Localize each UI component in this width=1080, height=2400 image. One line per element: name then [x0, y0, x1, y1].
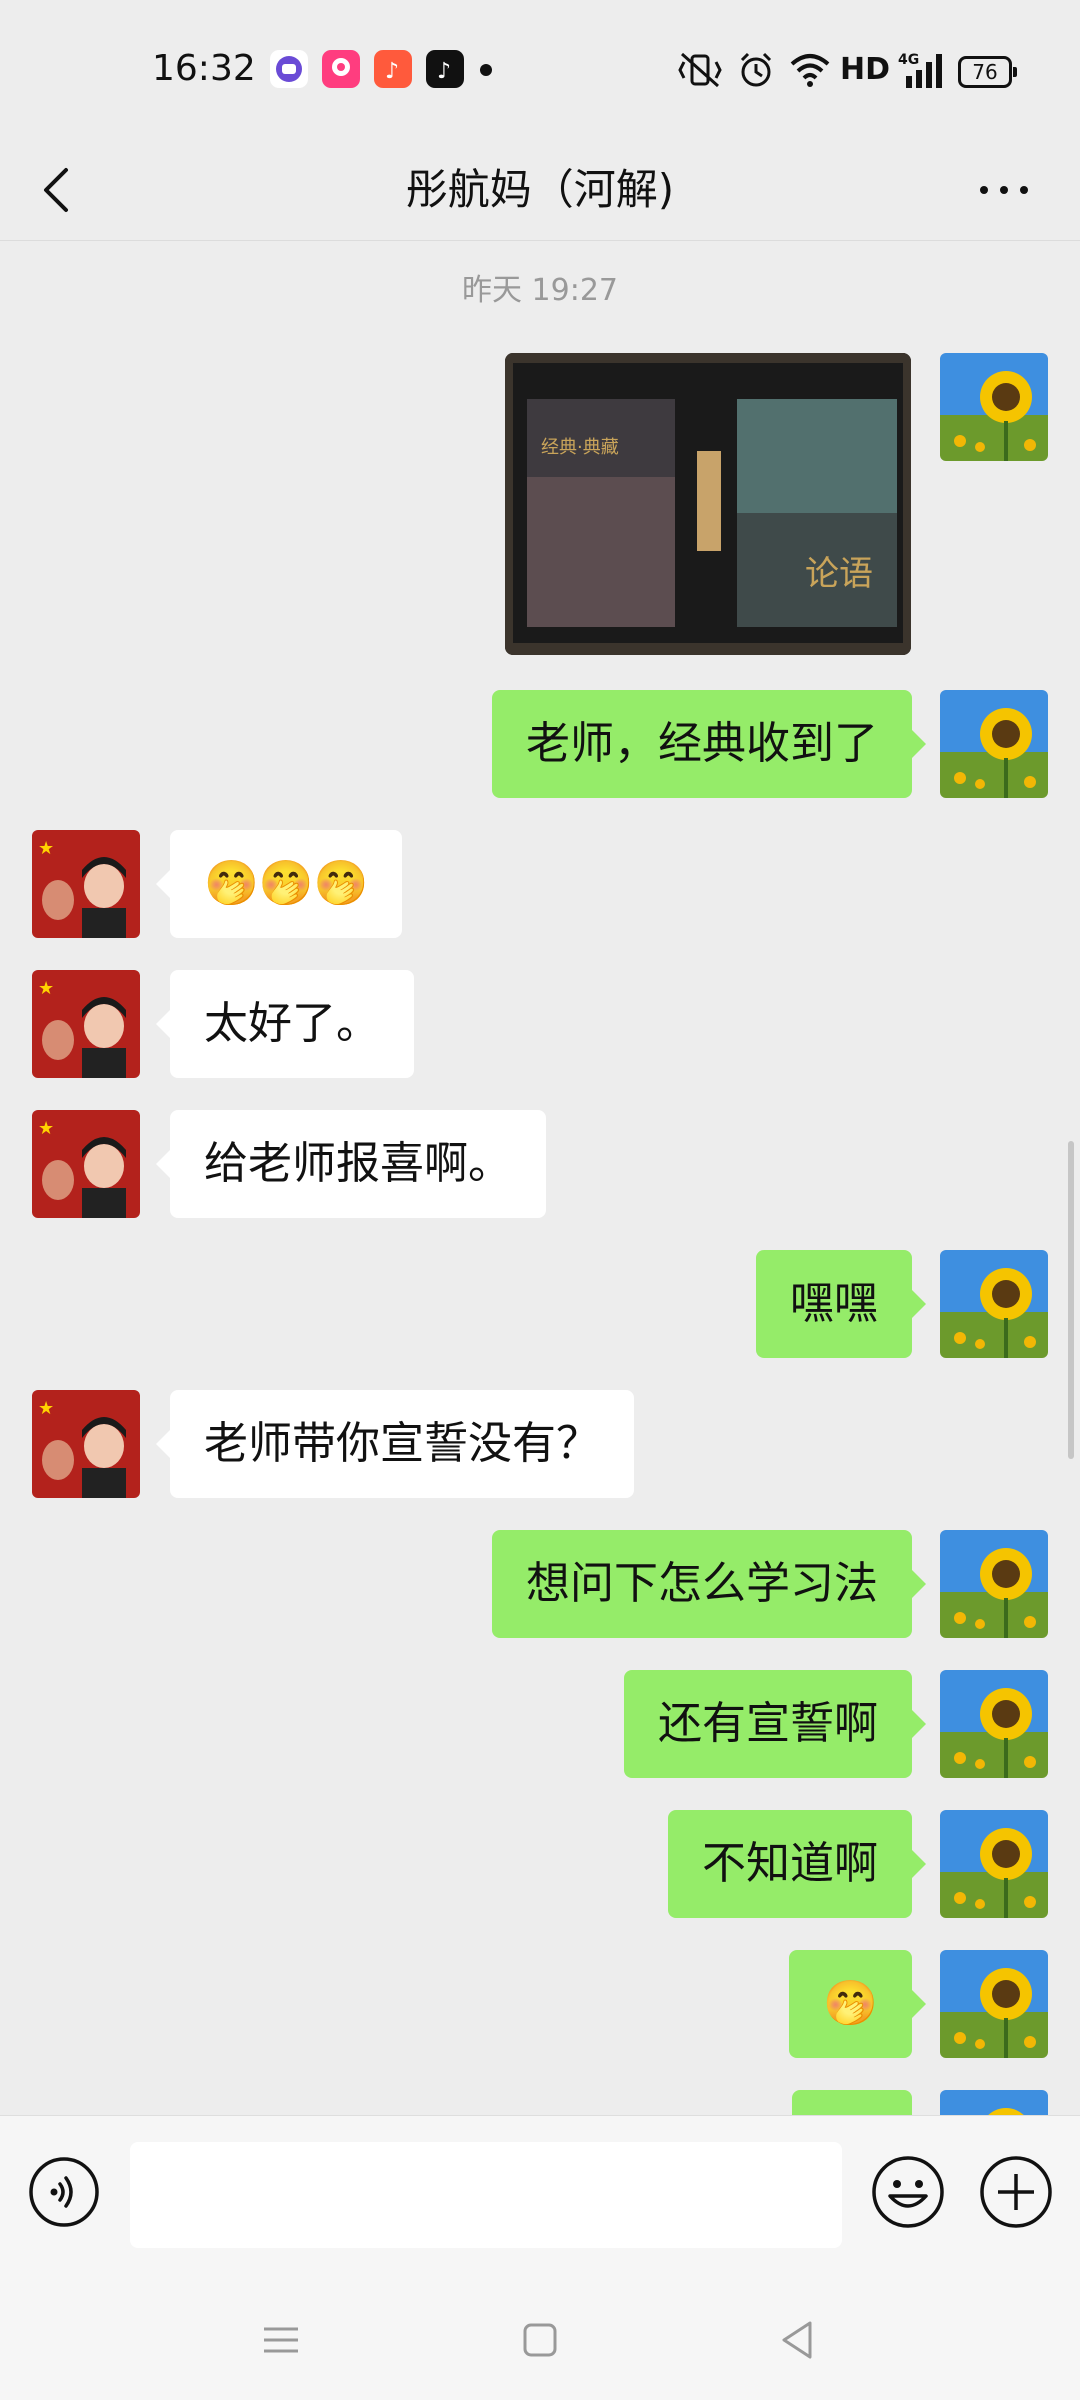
back-nav-icon[interactable]	[772, 2315, 822, 2365]
outgoing-message-bubble[interactable]: 老师，经典收到了	[492, 690, 926, 798]
contact-avatar[interactable]: ★	[32, 1390, 140, 1498]
network-type-label: HD	[840, 52, 891, 87]
alarm-icon	[740, 52, 772, 87]
more-options-icon[interactable]	[976, 162, 1032, 218]
notification-dot-icon	[480, 64, 492, 76]
my-avatar-sunflower[interactable]	[940, 2090, 1048, 2115]
svg-text:★: ★	[38, 1398, 54, 1419]
svg-text:★: ★	[38, 838, 54, 859]
status-time: 16:32	[152, 48, 256, 89]
emoji-icon[interactable]	[870, 2154, 946, 2230]
outgoing-message-bubble[interactable]: 想问下怎么学习法	[492, 1530, 926, 1638]
contact-avatar[interactable]: ★	[32, 830, 140, 938]
message-timestamp: 昨天 19:27	[462, 273, 618, 308]
music-app-icon	[322, 50, 360, 88]
system-navigation-bar	[0, 2275, 1080, 2400]
my-avatar-sunflower[interactable]	[940, 1250, 1048, 1358]
svg-text:4G: 4G	[898, 52, 919, 68]
outgoing-message-bubble[interactable]: 不知道啊	[668, 1810, 926, 1918]
outgoing-message-bubble[interactable]: 嘿嘿	[756, 1250, 926, 1358]
vibrate-icon	[678, 52, 722, 88]
menu-icon[interactable]	[256, 2315, 306, 2365]
svg-text:★: ★	[38, 978, 54, 999]
my-avatar-sunflower[interactable]	[940, 1530, 1048, 1638]
wifi-icon	[790, 54, 830, 87]
message-input[interactable]	[130, 2142, 842, 2248]
image-message[interactable]: 经典·典藏 论语	[505, 353, 911, 655]
status-bar: 16:32 ♪ ♪ HD 4G 76	[0, 0, 1080, 140]
home-icon[interactable]	[515, 2315, 565, 2365]
incoming-message-bubble[interactable]: 老师带你宣誓没有？	[156, 1390, 634, 1498]
contact-avatar[interactable]: ★	[32, 970, 140, 1078]
svg-text:经典·典藏: 经典·典藏	[541, 437, 619, 458]
netease-music-icon: ♪	[374, 50, 412, 88]
svg-text:♪: ♪	[385, 59, 399, 84]
svg-text:论语: 论语	[805, 554, 873, 594]
svg-text:♪: ♪	[437, 59, 451, 84]
tiktok-icon: ♪	[426, 50, 464, 88]
chat-title: 彤航妈（河解)	[405, 165, 675, 214]
outgoing-message-bubble[interactable]: 还有宣誓啊	[624, 1670, 926, 1778]
outgoing-message-bubble[interactable]: 🤭	[789, 1950, 926, 2058]
add-attachment-icon[interactable]	[978, 2154, 1054, 2230]
chat-header: 彤航妈（河解)	[0, 140, 1080, 241]
my-avatar-sunflower[interactable]	[940, 1810, 1048, 1918]
incoming-message-bubble[interactable]: 🤭🤭🤭	[155, 830, 403, 938]
app-notification-icon	[270, 50, 308, 88]
my-avatar-sunflower[interactable]	[940, 690, 1048, 798]
my-avatar-sunflower[interactable]	[940, 1670, 1048, 1778]
my-avatar-sunflower[interactable]	[940, 353, 1048, 461]
back-arrow-icon[interactable]	[30, 152, 90, 228]
input-bar	[0, 2115, 1080, 2276]
signal-icon: 4G	[898, 52, 942, 88]
my-avatar-sunflower[interactable]	[940, 1950, 1048, 2058]
battery-icon: 76	[958, 56, 1017, 88]
svg-text:★: ★	[38, 1118, 54, 1139]
outgoing-message-bubble-partial[interactable]	[792, 2090, 912, 2115]
incoming-message-bubble[interactable]: 给老师报喜啊。	[156, 1110, 546, 1218]
scrollbar[interactable]	[1068, 1141, 1074, 1459]
contact-avatar[interactable]: ★	[32, 1110, 140, 1218]
message-list[interactable]: 昨天 19:27 经典·典藏 论语 老师，经典收到了 🤭🤭🤭 太好了。 给老师报…	[0, 241, 1080, 2115]
voice-input-icon[interactable]	[28, 2156, 100, 2228]
incoming-message-bubble[interactable]: 太好了。	[156, 970, 414, 1078]
